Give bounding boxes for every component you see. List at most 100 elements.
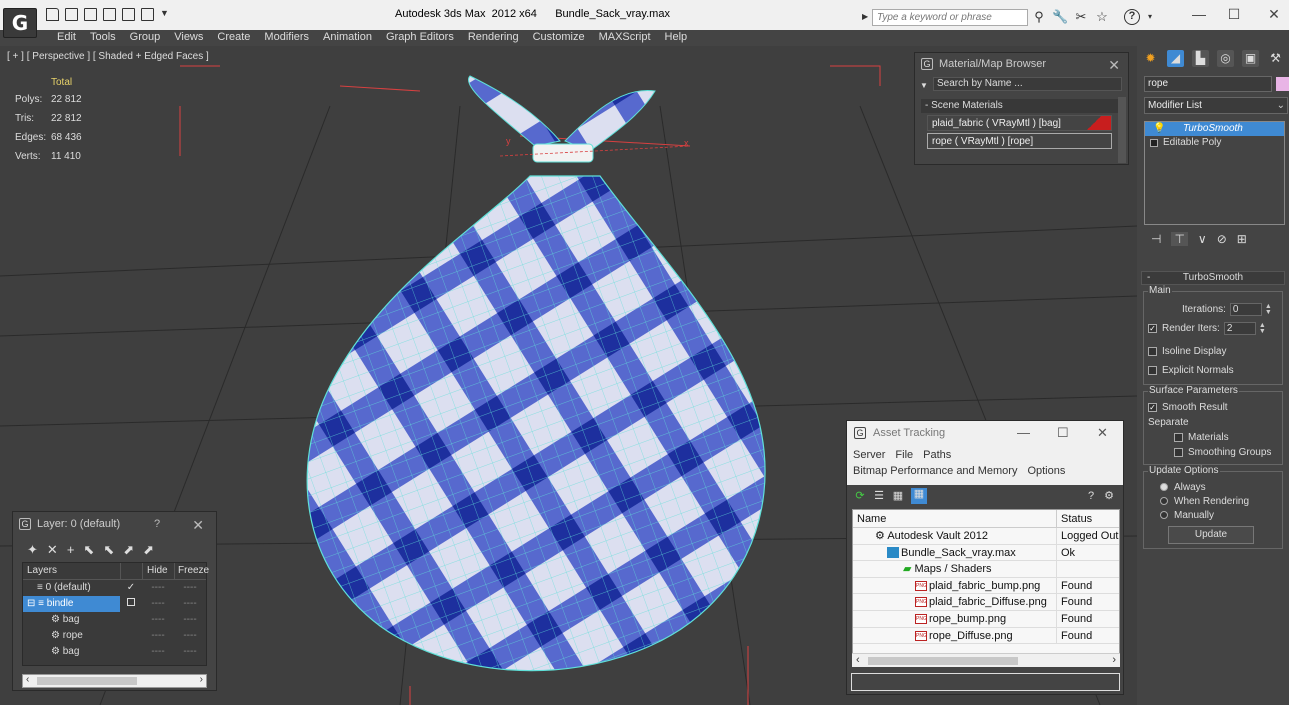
- scroll-left-icon[interactable]: ‹: [26, 674, 29, 685]
- search-options-icon[interactable]: ▼: [920, 81, 928, 90]
- select-in-layer-icon[interactable]: ⬉: [83, 542, 94, 560]
- asset-row[interactable]: PNG rope_bump.png Found: [853, 610, 1119, 628]
- qat-dropdown-icon[interactable]: ▼: [160, 8, 169, 21]
- col-status[interactable]: Status: [1057, 510, 1092, 527]
- col-name[interactable]: Name: [853, 510, 1057, 527]
- communication-icon[interactable]: ✂: [1073, 9, 1089, 25]
- close-icon[interactable]: ✕: [1264, 6, 1284, 22]
- menu-file[interactable]: File: [895, 449, 913, 465]
- minimize-icon[interactable]: —: [1189, 6, 1209, 22]
- new-layer-icon[interactable]: ✦: [27, 542, 38, 560]
- asset-row[interactable]: PNG plaid_fabric_Diffuse.png Found: [853, 594, 1119, 611]
- help-icon[interactable]: ?: [154, 512, 160, 536]
- menu-customize[interactable]: Customize: [526, 30, 592, 46]
- close-icon[interactable]: ✕: [192, 513, 204, 537]
- asset-row[interactable]: ▰ Maps / Shaders: [853, 561, 1119, 578]
- asset-tracking-titlebar[interactable]: G Asset Tracking — ☐ ✕: [847, 421, 1123, 445]
- hide-toggle[interactable]: ----: [142, 596, 174, 612]
- menu-options[interactable]: Options: [1027, 465, 1065, 481]
- material-browser-titlebar[interactable]: G Material/Map Browser ✕: [915, 53, 1128, 75]
- menu-bitmap-performance[interactable]: Bitmap Performance and Memory: [853, 465, 1017, 481]
- undo-icon[interactable]: [122, 8, 135, 21]
- spinner-arrows-icon[interactable]: ▲ ▼: [1259, 322, 1268, 335]
- col-layers[interactable]: Layers: [23, 563, 120, 579]
- remove-modifier-icon[interactable]: ⊘: [1217, 232, 1227, 246]
- smooth-result-checkbox[interactable]: ✓: [1148, 403, 1157, 412]
- object-color-swatch[interactable]: [1276, 77, 1289, 91]
- delete-layer-icon[interactable]: ✕: [47, 542, 58, 560]
- layer-row[interactable]: ⊟ ≡ bindle ---- ----: [23, 596, 206, 612]
- freeze-toggle[interactable]: ----: [174, 628, 206, 644]
- menu-views[interactable]: Views: [167, 30, 210, 46]
- manually-radio[interactable]: [1160, 511, 1168, 519]
- explicit-normals-checkbox[interactable]: [1148, 366, 1157, 375]
- save-icon[interactable]: [65, 8, 78, 21]
- application-button[interactable]: G: [3, 8, 37, 38]
- make-unique-icon[interactable]: ∨: [1198, 232, 1207, 246]
- object-name-field[interactable]: rope: [1144, 76, 1272, 92]
- modifier-list-dropdown[interactable]: Modifier List ⌄: [1144, 97, 1288, 114]
- scroll-right-icon[interactable]: ›: [200, 674, 203, 685]
- iterations-spinner[interactable]: 0: [1229, 303, 1262, 316]
- redo-icon[interactable]: [141, 8, 154, 21]
- highlight-layer-icon[interactable]: ⬉: [103, 542, 114, 560]
- stack-item-editable-poly[interactable]: Editable Poly: [1145, 136, 1284, 150]
- refresh-icon[interactable]: ⟳: [854, 490, 866, 502]
- lightbulb-icon[interactable]: 💡: [1153, 122, 1165, 136]
- asset-row[interactable]: PNG plaid_fabric_bump.png Found: [853, 577, 1119, 595]
- minimize-icon[interactable]: —: [1017, 421, 1030, 445]
- close-icon[interactable]: ✕: [1097, 421, 1108, 445]
- menu-rendering[interactable]: Rendering: [461, 30, 526, 46]
- asset-row[interactable]: Bundle_Sack_vray.max Ok: [853, 544, 1119, 562]
- utilities-tab-icon[interactable]: ⚒: [1267, 50, 1284, 67]
- context-help-icon[interactable]: ⚙: [1103, 490, 1115, 502]
- menu-tools[interactable]: Tools: [83, 30, 123, 46]
- pin-stack-icon[interactable]: ⊣: [1151, 232, 1161, 246]
- help-icon[interactable]: ?: [1085, 490, 1097, 502]
- isoline-checkbox[interactable]: [1148, 347, 1157, 356]
- open-folder-icon[interactable]: [46, 8, 59, 21]
- current-layer-check[interactable]: ✓: [120, 580, 142, 596]
- material-search-input[interactable]: Search by Name ...: [933, 77, 1122, 91]
- layer-row[interactable]: ≡ 0 (default) ✓ ---- ----: [23, 580, 206, 596]
- col-freeze[interactable]: Freeze: [174, 563, 209, 579]
- hide-toggle[interactable]: ----: [142, 612, 174, 628]
- when-rendering-radio[interactable]: [1160, 497, 1168, 505]
- search-input[interactable]: Type a keyword or phrase: [872, 9, 1028, 26]
- hold-icon[interactable]: [103, 8, 116, 21]
- hierarchy-tab-icon[interactable]: ▙: [1192, 50, 1209, 67]
- favorites-star-icon[interactable]: ☆: [1094, 9, 1110, 25]
- asset-row[interactable]: ⚙ Autodesk Vault 2012 Logged Out: [853, 528, 1119, 545]
- freeze-toggle[interactable]: ----: [174, 580, 206, 596]
- menu-create[interactable]: Create: [210, 30, 257, 46]
- new-scene-icon[interactable]: [84, 8, 97, 21]
- menu-modifiers[interactable]: Modifiers: [257, 30, 316, 46]
- motion-tab-icon[interactable]: ◎: [1217, 50, 1234, 67]
- menu-maxscript[interactable]: MAXScript: [592, 30, 658, 46]
- list-view-icon[interactable]: ☰: [873, 490, 885, 502]
- add-to-layer-icon[interactable]: +: [67, 542, 75, 560]
- create-tab-icon[interactable]: ✹: [1142, 50, 1159, 67]
- viewport-label[interactable]: [ + ] [ Perspective ] [ Shaded + Edged F…: [7, 51, 209, 62]
- help-dropdown-icon[interactable]: ▾: [1142, 9, 1158, 25]
- scroll-thumb[interactable]: [37, 677, 137, 685]
- table-view-icon[interactable]: ▦: [911, 488, 927, 504]
- rollout-header[interactable]: - TurboSmooth: [1141, 271, 1285, 285]
- scroll-left-icon[interactable]: ‹: [856, 654, 860, 666]
- menu-help[interactable]: Help: [658, 30, 695, 46]
- update-button[interactable]: Update: [1168, 526, 1254, 544]
- layer-object-row[interactable]: ⚙ bag ---- ----: [23, 644, 206, 660]
- hide-toggle[interactable]: ----: [142, 580, 174, 596]
- configure-sets-icon[interactable]: ⊞: [1237, 232, 1247, 246]
- stack-item-turbosmooth[interactable]: 💡 TurboSmooth: [1145, 122, 1284, 136]
- scene-materials-group[interactable]: - Scene Materials: [921, 99, 1118, 113]
- binoculars-icon[interactable]: ⚲: [1031, 9, 1047, 25]
- layer-object-row[interactable]: ⚙ bag ---- ----: [23, 612, 206, 628]
- col-hide[interactable]: Hide: [142, 563, 174, 579]
- material-browser-scrollbar[interactable]: [1118, 97, 1126, 163]
- layer-manager-titlebar[interactable]: G Layer: 0 (default) ? ✕: [13, 512, 216, 536]
- scroll-right-icon[interactable]: ›: [1112, 654, 1116, 666]
- thumbnail-icon[interactable]: ▦: [892, 490, 904, 502]
- freeze-toggle[interactable]: ----: [174, 612, 206, 628]
- freeze-all-icon[interactable]: ⬈: [143, 542, 154, 560]
